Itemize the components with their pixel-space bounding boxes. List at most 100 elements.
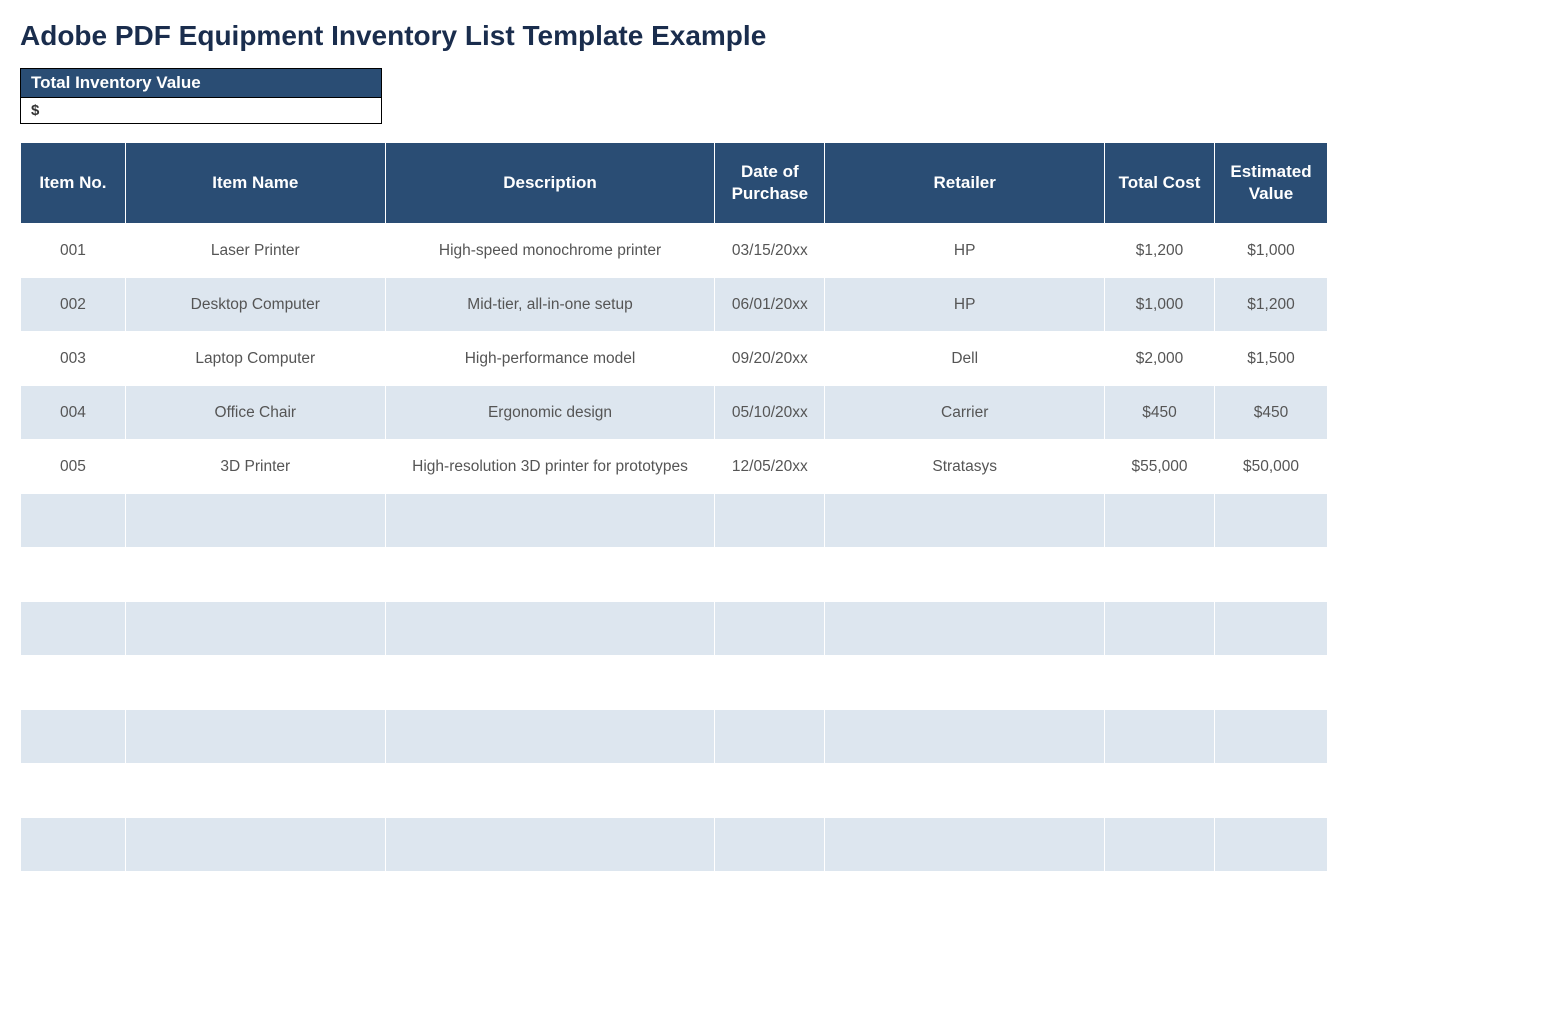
cell-itemname[interactable]: Laser Printer	[125, 224, 385, 278]
cell-itemname[interactable]	[125, 602, 385, 656]
cell-cost[interactable]: $1,000	[1105, 278, 1215, 332]
cell-retailer[interactable]	[825, 494, 1105, 548]
table-row: 001Laser PrinterHigh-speed monochrome pr…	[21, 224, 1328, 278]
cell-cost[interactable]: $450	[1105, 386, 1215, 440]
cell-cost[interactable]: $1,200	[1105, 224, 1215, 278]
cell-retailer[interactable]	[825, 764, 1105, 818]
table-row: 003Laptop ComputerHigh-performance model…	[21, 332, 1328, 386]
cell-estimated[interactable]: $450	[1214, 386, 1327, 440]
cell-date[interactable]: 05/10/20xx	[715, 386, 825, 440]
cell-estimated[interactable]	[1214, 818, 1327, 872]
cell-retailer[interactable]	[825, 602, 1105, 656]
cell-itemno[interactable]	[21, 818, 126, 872]
cell-cost[interactable]	[1105, 818, 1215, 872]
cell-retailer[interactable]	[825, 656, 1105, 710]
cell-cost[interactable]	[1105, 602, 1215, 656]
table-row	[21, 818, 1328, 872]
cell-itemno[interactable]	[21, 710, 126, 764]
cell-retailer[interactable]	[825, 710, 1105, 764]
cell-retailer[interactable]: Dell	[825, 332, 1105, 386]
cell-estimated[interactable]: $1,200	[1214, 278, 1327, 332]
cell-description[interactable]	[385, 602, 715, 656]
cell-itemno[interactable]: 002	[21, 278, 126, 332]
cell-itemname[interactable]	[125, 710, 385, 764]
cell-itemname[interactable]: Office Chair	[125, 386, 385, 440]
cell-itemno[interactable]: 001	[21, 224, 126, 278]
cell-estimated[interactable]: $50,000	[1214, 440, 1327, 494]
cell-itemname[interactable]: Desktop Computer	[125, 278, 385, 332]
cell-cost[interactable]	[1105, 764, 1215, 818]
table-row	[21, 548, 1328, 602]
cell-itemname[interactable]	[125, 494, 385, 548]
table-row	[21, 710, 1328, 764]
cell-estimated[interactable]	[1214, 656, 1327, 710]
cell-itemno[interactable]: 004	[21, 386, 126, 440]
cell-description[interactable]	[385, 764, 715, 818]
cell-itemno[interactable]	[21, 494, 126, 548]
cell-description[interactable]	[385, 656, 715, 710]
total-inventory-label: Total Inventory Value	[21, 69, 381, 97]
cell-date[interactable]: 06/01/20xx	[715, 278, 825, 332]
cell-cost[interactable]: $2,000	[1105, 332, 1215, 386]
cell-date[interactable]	[715, 710, 825, 764]
cell-itemname[interactable]	[125, 818, 385, 872]
cell-cost[interactable]	[1105, 548, 1215, 602]
cell-estimated[interactable]	[1214, 494, 1327, 548]
col-header-itemname: Item Name	[125, 143, 385, 224]
cell-itemname[interactable]	[125, 548, 385, 602]
cell-description[interactable]: High-speed monochrome printer	[385, 224, 715, 278]
cell-cost[interactable]	[1105, 656, 1215, 710]
cell-itemno[interactable]	[21, 764, 126, 818]
cell-cost[interactable]: $55,000	[1105, 440, 1215, 494]
cell-date[interactable]: 09/20/20xx	[715, 332, 825, 386]
cell-description[interactable]: High-resolution 3D printer for prototype…	[385, 440, 715, 494]
cell-date[interactable]: 12/05/20xx	[715, 440, 825, 494]
cell-itemno[interactable]	[21, 656, 126, 710]
cell-estimated[interactable]	[1214, 710, 1327, 764]
cell-date[interactable]	[715, 494, 825, 548]
table-row	[21, 656, 1328, 710]
cell-date[interactable]	[715, 764, 825, 818]
cell-retailer[interactable]: Stratasys	[825, 440, 1105, 494]
cell-retailer[interactable]	[825, 818, 1105, 872]
cell-itemname[interactable]	[125, 656, 385, 710]
cell-itemname[interactable]	[125, 764, 385, 818]
cell-estimated[interactable]	[1214, 764, 1327, 818]
cell-cost[interactable]	[1105, 494, 1215, 548]
cell-retailer[interactable]: Carrier	[825, 386, 1105, 440]
cell-description[interactable]	[385, 494, 715, 548]
cell-description[interactable]	[385, 548, 715, 602]
cell-estimated[interactable]: $1,500	[1214, 332, 1327, 386]
cell-description[interactable]	[385, 818, 715, 872]
cell-date[interactable]	[715, 602, 825, 656]
cell-description[interactable]: High-performance model	[385, 332, 715, 386]
cell-date[interactable]	[715, 656, 825, 710]
cell-itemname[interactable]: 3D Printer	[125, 440, 385, 494]
table-row: 002Desktop ComputerMid-tier, all-in-one …	[21, 278, 1328, 332]
cell-estimated[interactable]	[1214, 602, 1327, 656]
cell-date[interactable]	[715, 548, 825, 602]
cell-itemname[interactable]: Laptop Computer	[125, 332, 385, 386]
table-row: 0053D PrinterHigh-resolution 3D printer …	[21, 440, 1328, 494]
cell-retailer[interactable]: HP	[825, 224, 1105, 278]
cell-itemno[interactable]: 005	[21, 440, 126, 494]
cell-cost[interactable]	[1105, 710, 1215, 764]
col-header-retailer: Retailer	[825, 143, 1105, 224]
cell-estimated[interactable]	[1214, 548, 1327, 602]
cell-date[interactable]: 03/15/20xx	[715, 224, 825, 278]
total-inventory-value[interactable]: $	[21, 97, 381, 123]
cell-estimated[interactable]: $1,000	[1214, 224, 1327, 278]
cell-description[interactable]: Ergonomic design	[385, 386, 715, 440]
table-header-row: Item No. Item Name Description Date of P…	[21, 143, 1328, 224]
inventory-table: Item No. Item Name Description Date of P…	[20, 142, 1328, 872]
col-header-estimated: Estimated Value	[1214, 143, 1327, 224]
cell-description[interactable]: Mid-tier, all-in-one setup	[385, 278, 715, 332]
cell-retailer[interactable]	[825, 548, 1105, 602]
cell-description[interactable]	[385, 710, 715, 764]
col-header-itemno: Item No.	[21, 143, 126, 224]
cell-itemno[interactable]	[21, 548, 126, 602]
cell-date[interactable]	[715, 818, 825, 872]
cell-itemno[interactable]	[21, 602, 126, 656]
cell-retailer[interactable]: HP	[825, 278, 1105, 332]
cell-itemno[interactable]: 003	[21, 332, 126, 386]
